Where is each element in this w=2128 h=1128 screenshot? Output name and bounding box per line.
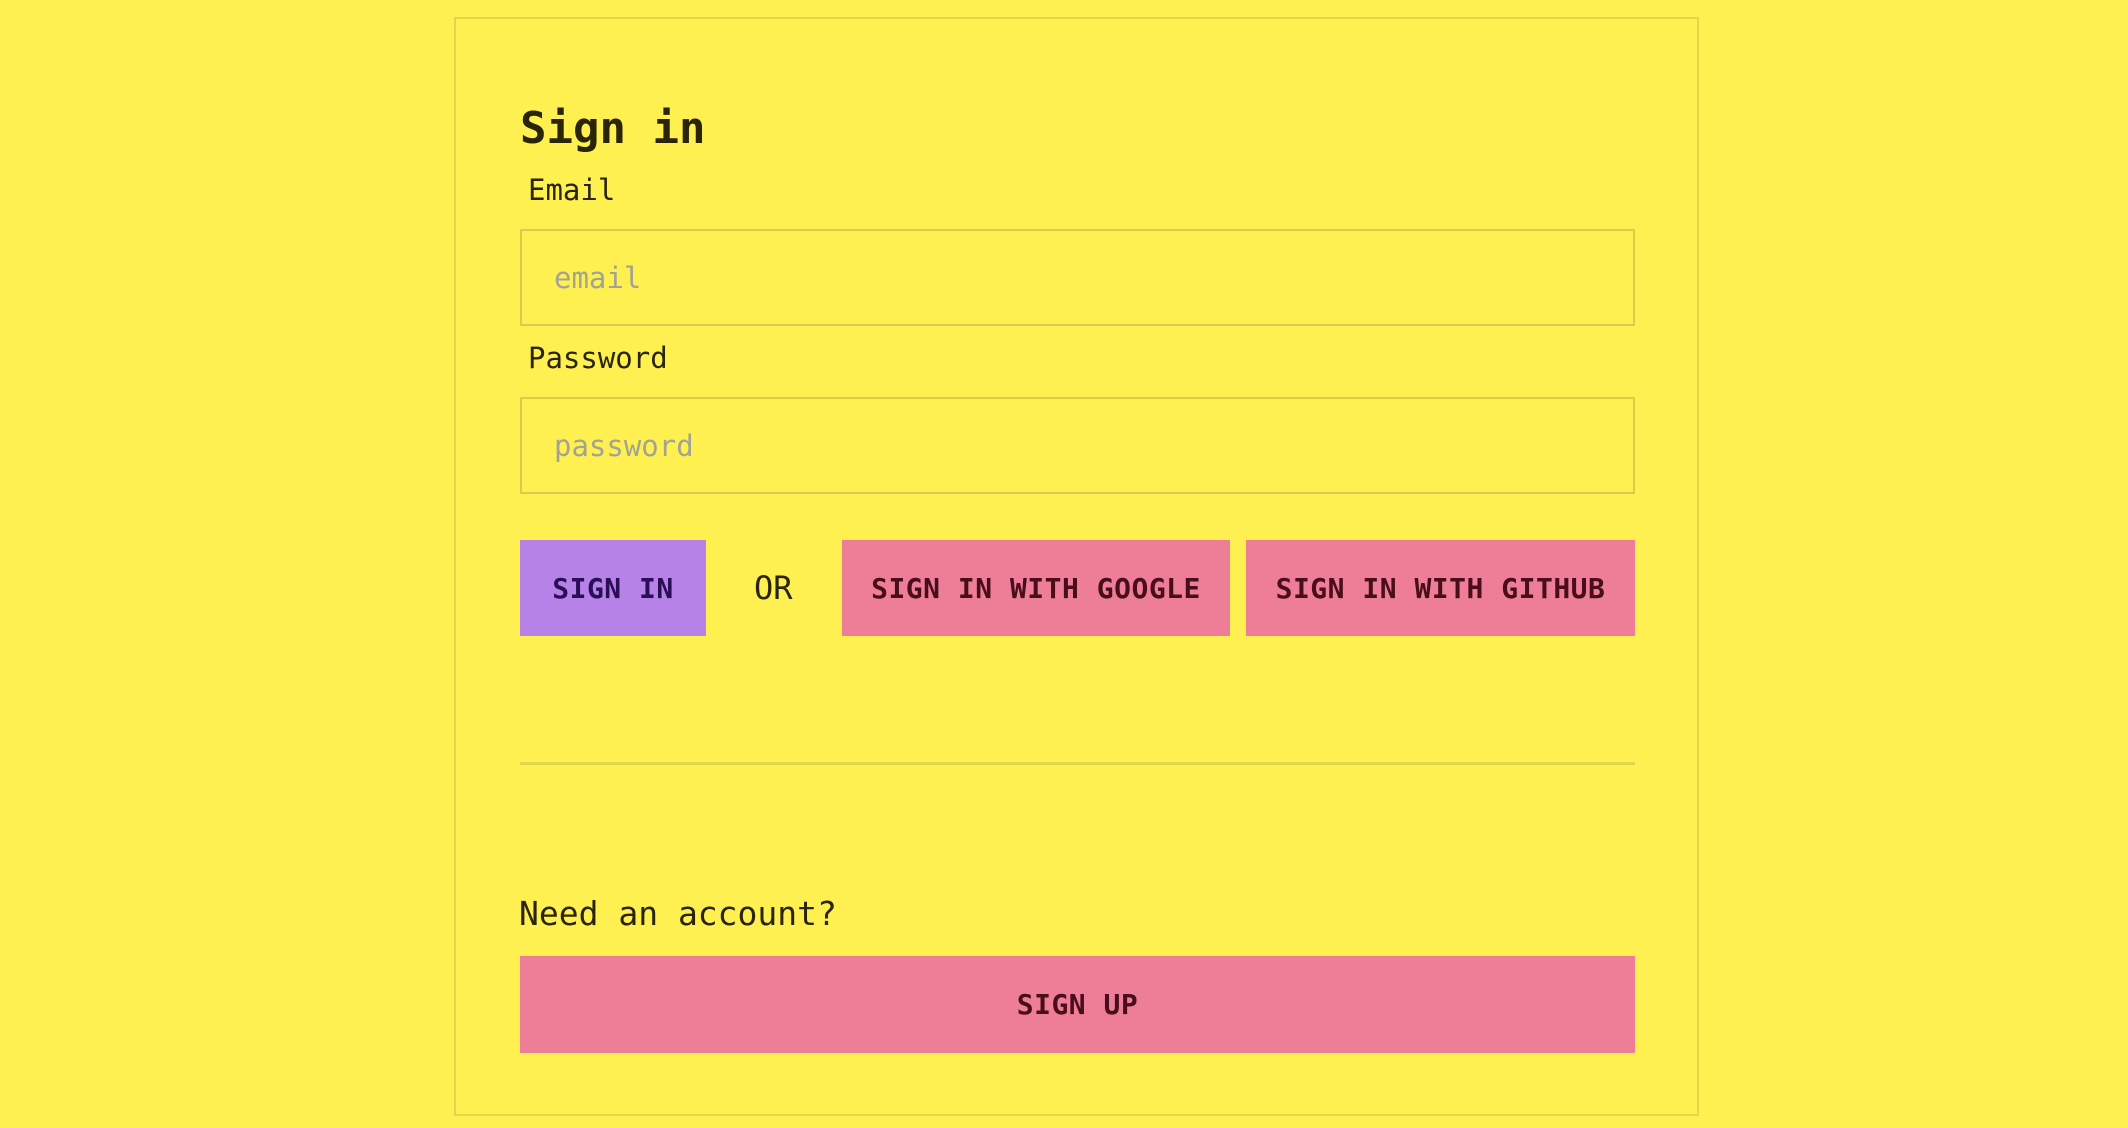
- sign-in-button-label: SIGN IN: [552, 571, 674, 605]
- sign-up-button-label: SIGN UP: [1016, 988, 1139, 1021]
- divider: [520, 762, 1635, 765]
- or-separator: OR: [754, 569, 793, 607]
- sign-in-card: Sign in Email Password SIGN IN OR SIGN I…: [454, 17, 1699, 1116]
- sign-in-github-label: SIGN IN WITH GITHUB: [1275, 571, 1606, 605]
- sign-in-github-button[interactable]: SIGN IN WITH GITHUB: [1246, 540, 1635, 636]
- sign-up-button[interactable]: SIGN UP: [520, 956, 1635, 1053]
- password-label: Password: [528, 341, 668, 375]
- email-field[interactable]: [520, 229, 1635, 326]
- page-title: Sign in: [520, 103, 706, 154]
- sign-in-google-button[interactable]: SIGN IN WITH GOOGLE: [842, 540, 1230, 636]
- sign-in-google-label: SIGN IN WITH GOOGLE: [871, 571, 1201, 605]
- sign-in-button[interactable]: SIGN IN: [520, 540, 706, 636]
- password-field[interactable]: [520, 397, 1635, 494]
- email-label: Email: [528, 173, 616, 207]
- need-account-text: Need an account?: [519, 894, 837, 933]
